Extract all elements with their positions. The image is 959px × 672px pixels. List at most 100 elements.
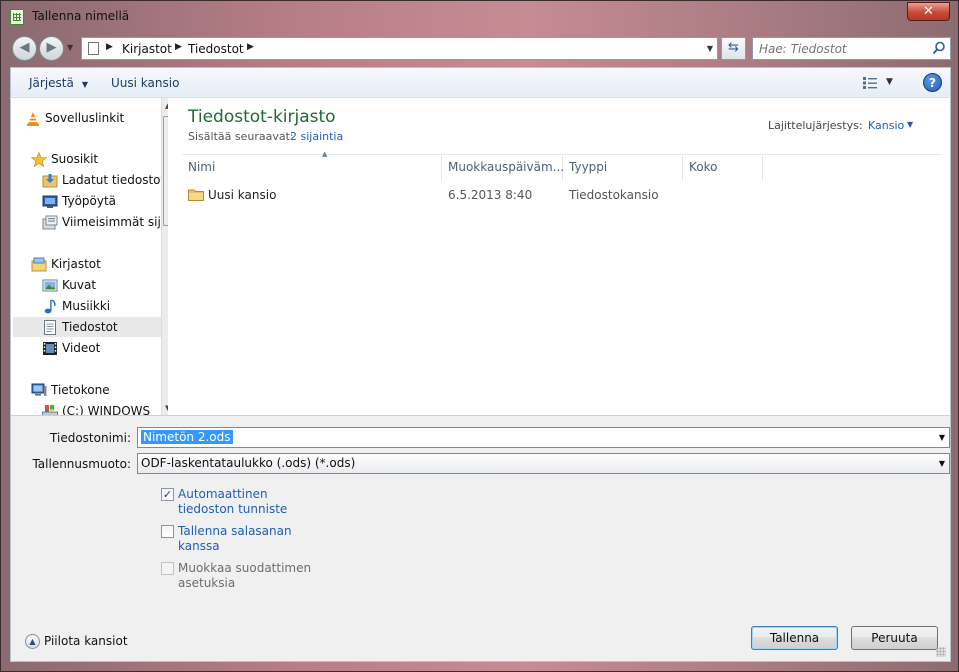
column-header-type[interactable]: Tyyppi: [563, 155, 683, 181]
nav-item-label: Ladatut tiedostot: [62, 173, 166, 187]
refresh-icon: ⇆: [728, 40, 739, 55]
nav-item-tietokone[interactable]: Tietokone: [31, 380, 161, 400]
location-icon: [88, 42, 99, 55]
option-label[interactable]: Tallenna salasanan kanssa: [178, 524, 318, 554]
nav-item-label: Tiedostot: [62, 320, 118, 334]
file-type: Tiedostokansio: [569, 188, 659, 202]
chevron-down-icon[interactable]: ▼: [939, 433, 945, 442]
forward-button[interactable]: ▶: [39, 36, 64, 61]
cancel-button[interactable]: Peruuta: [851, 626, 938, 650]
resize-grip[interactable]: [936, 647, 946, 657]
search-icon[interactable]: [932, 41, 946, 55]
column-header-modified[interactable]: Muokkauspäiväm...: [442, 155, 564, 181]
nav-item-musiikki[interactable]: Musiikki: [42, 296, 161, 316]
address-history-dropdown[interactable]: ▼: [707, 44, 713, 53]
save-as-type-value: ODF-laskentataulukko (.ods) (*.ods): [141, 456, 356, 470]
nav-item-tiedostot[interactable]: Tiedostot: [13, 317, 161, 337]
breadcrumb-separator-icon[interactable]: ▶: [247, 42, 254, 52]
libraries-icon: [31, 257, 47, 272]
drive-icon: [42, 405, 58, 415]
new-folder-button[interactable]: Uusi kansio: [111, 76, 179, 90]
breadcrumb-separator-icon[interactable]: ▶: [106, 42, 113, 52]
organize-label: Järjestä: [29, 76, 74, 90]
music-icon: [44, 299, 56, 314]
change-view-icon[interactable]: [862, 76, 878, 90]
nav-item-label: Kuvat: [62, 278, 97, 292]
spreadsheet-app-icon: [10, 9, 24, 25]
computer-icon: [31, 383, 47, 396]
file-row[interactable]: Uusi kansio 6.5.2013 8:40 Tiedostokansio: [186, 184, 946, 206]
search-input[interactable]: [759, 39, 929, 59]
recent-pages-dropdown[interactable]: ▼: [67, 43, 73, 52]
nav-item-kirjastot[interactable]: Kirjastot: [31, 254, 161, 274]
arrange-by-label: Lajittelujärjestys:: [768, 119, 863, 132]
checkbox-automatic-extension[interactable]: ✓: [161, 488, 174, 501]
filename-field[interactable]: Nimetön 2.ods ▼: [137, 427, 950, 448]
documents-icon: [44, 320, 56, 335]
hide-folders-label[interactable]: Piilota kansiot: [44, 634, 128, 648]
filename-value[interactable]: Nimetön 2.ods: [141, 430, 233, 444]
option-label: Muokkaa suodattimen asetuksia: [178, 561, 312, 590]
library-locations-link[interactable]: 2 sijaintia: [290, 130, 343, 143]
column-header-name[interactable]: Nimi: [182, 155, 442, 181]
videos-icon: [43, 342, 57, 355]
search-box[interactable]: [752, 37, 951, 60]
nav-item-tyopoyta[interactable]: Työpöytä: [42, 191, 161, 211]
sort-ascending-icon: ▲: [322, 150, 328, 158]
file-list-pane[interactable]: Tiedostot-kirjasto Sisältää seuraavat: 2…: [168, 97, 951, 415]
breadcrumb-documents[interactable]: Tiedostot: [188, 42, 244, 56]
nav-item-label: Tietokone: [51, 383, 110, 397]
downloads-icon: [42, 174, 58, 188]
forward-arrow-icon: ▶: [46, 40, 57, 55]
recent-places-icon: [42, 215, 58, 230]
nav-item-suosikit[interactable]: Suosikit: [31, 149, 161, 169]
checkbox-save-with-password[interactable]: [161, 525, 174, 538]
nav-item-kuvat[interactable]: Kuvat: [42, 275, 161, 295]
nav-item-c-windows[interactable]: (C:) WINDOWS: [42, 401, 161, 415]
navigation-scrollbar[interactable]: ▲ ▼: [161, 98, 168, 415]
chevron-up-icon[interactable]: ▲: [25, 634, 40, 649]
command-bar: Järjestä ▼ Uusi kansio ▼ ?: [10, 67, 951, 97]
window-title: Tallenna nimellä: [32, 9, 130, 23]
address-bar[interactable]: ▶ Kirjastot ▶ Tiedostot ▶ ▼: [81, 37, 718, 60]
breadcrumb-separator-icon[interactable]: ▶: [175, 42, 182, 52]
breadcrumb-libraries[interactable]: Kirjastot: [122, 42, 172, 56]
checkbox-edit-filter-settings: [161, 562, 174, 575]
column-header-row: Nimi ▲ Muokkauspäiväm... Tyyppi Koko: [182, 150, 942, 181]
close-button[interactable]: ✕: [907, 2, 950, 21]
nav-item-label: Suosikit: [51, 152, 99, 166]
file-name: Uusi kansio: [208, 188, 277, 202]
help-icon[interactable]: ?: [923, 73, 942, 92]
back-button[interactable]: ◀: [12, 36, 37, 61]
chevron-down-icon[interactable]: ▼: [939, 459, 945, 468]
chevron-down-icon: ▼: [81, 80, 89, 89]
save-as-type-label: Tallennusmuoto:: [32, 457, 131, 471]
folder-icon: [188, 189, 204, 201]
file-modified: 6.5.2013 8:40: [448, 188, 533, 202]
view-options-dropdown[interactable]: ▼: [886, 77, 893, 87]
nav-item-viimeisimmat-sijainnit[interactable]: Viimeisimmät sijainnit: [42, 212, 168, 232]
nav-item-label: (C:) WINDOWS: [62, 404, 151, 415]
organize-menu[interactable]: Järjestä ▼: [29, 76, 88, 90]
title-bar[interactable]: Tallenna nimellä ✕: [1, 1, 958, 31]
option-label[interactable]: Automaattinen tiedoston tunniste: [178, 487, 318, 517]
library-title: Tiedostot-kirjasto: [188, 107, 336, 127]
star-icon: [31, 152, 47, 167]
save-as-dialog: Tallenna nimellä ✕ ◀ ▶ ▼ ▶ Kirjastot ▶ T…: [0, 0, 959, 672]
navigation-pane[interactable]: Sovelluslinkit Suosikit Ladatut tiedosto…: [10, 97, 168, 415]
refresh-button[interactable]: ⇆: [721, 37, 746, 60]
nav-item-sovelluslinkit[interactable]: Sovelluslinkit: [25, 108, 161, 128]
filename-label: Tiedostonimi:: [50, 431, 131, 445]
nav-item-videot[interactable]: Videot: [42, 338, 161, 358]
save-button[interactable]: Tallenna: [751, 626, 838, 650]
nav-item-label: Työpöytä: [62, 194, 117, 208]
nav-item-label: Musiikki: [62, 299, 111, 313]
nav-item-ladatut-tiedostot[interactable]: Ladatut tiedostot: [42, 170, 165, 190]
save-as-type-select[interactable]: ODF-laskentataulukko (.ods) (*.ods) ▼: [137, 453, 950, 474]
arrange-by-dropdown[interactable]: Kansio: [868, 119, 904, 132]
nav-item-label: Kirjastot: [51, 257, 101, 271]
chevron-down-icon[interactable]: ▼: [907, 120, 913, 129]
library-includes-label: Sisältää seuraavat:: [188, 130, 294, 143]
column-header-size[interactable]: Koko: [683, 155, 763, 181]
address-row: ◀ ▶ ▼ ▶ Kirjastot ▶ Tiedostot ▶ ▼ ⇆: [1, 33, 958, 63]
